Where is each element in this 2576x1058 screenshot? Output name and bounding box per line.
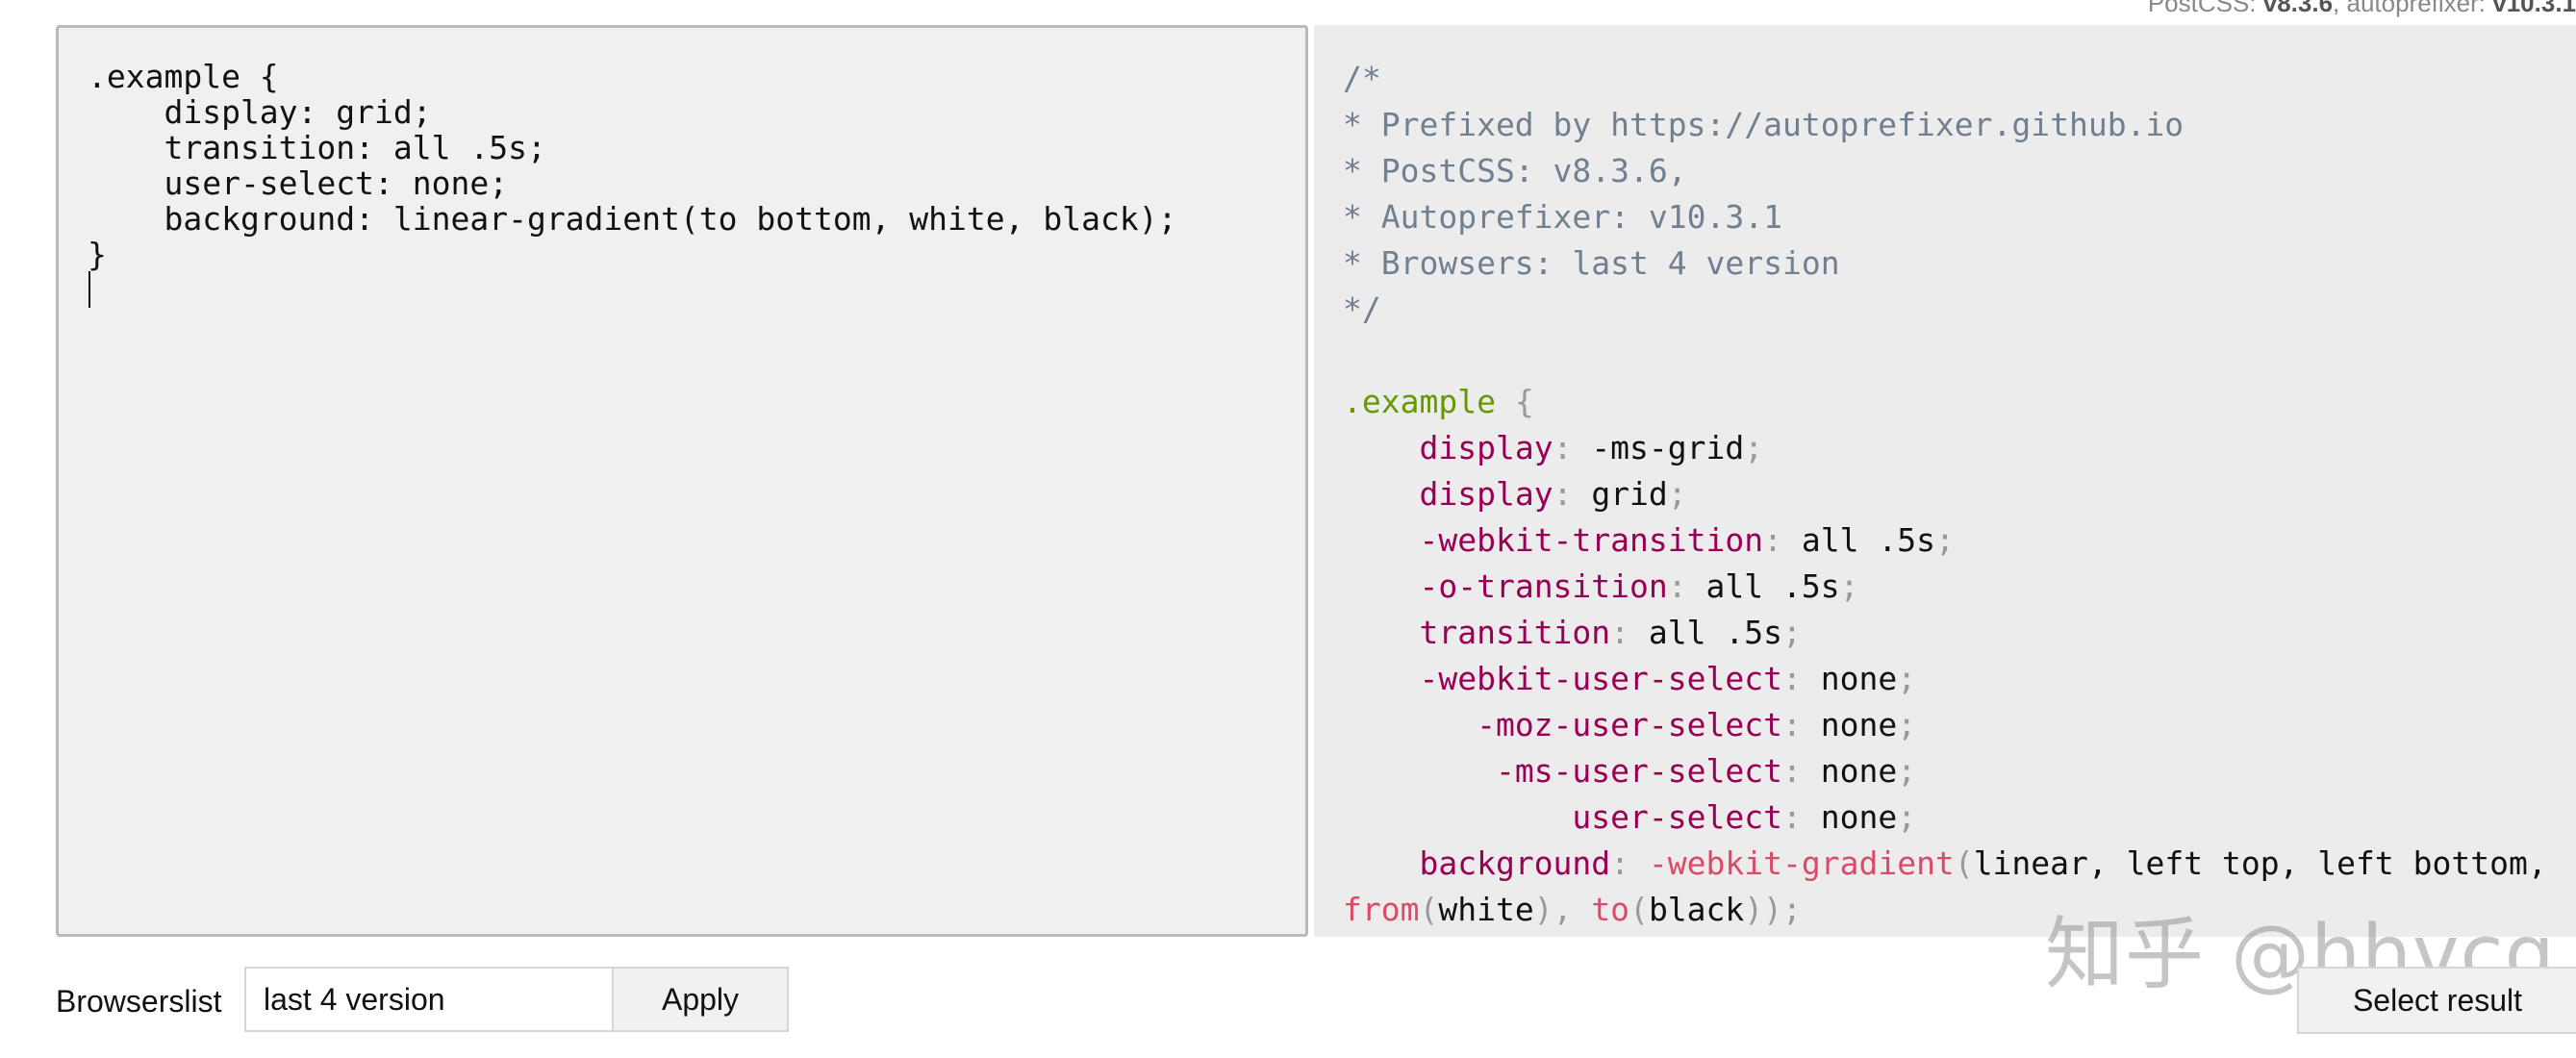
- output-semicolon: ;: [1839, 567, 1859, 605]
- output-semicolon: ;: [1782, 614, 1802, 651]
- output-semicolon: ;: [1897, 660, 1917, 697]
- output-comment-line: * Browsers: last 4 version: [1343, 244, 1840, 282]
- input-code-line: user-select: none;: [88, 164, 509, 202]
- output-property: -o-transition: [1419, 567, 1668, 605]
- output-comment-line: */: [1343, 290, 1381, 328]
- output-colon: :: [1667, 567, 1687, 605]
- output-paren: ),: [1533, 891, 1592, 928]
- output-colon: :: [1781, 660, 1802, 697]
- output-value: none: [1820, 660, 1898, 697]
- output-property: display: [1419, 475, 1553, 513]
- autoprefixer-version: v10.3.1: [2492, 0, 2576, 17]
- output-value: grid: [1591, 475, 1668, 513]
- output-property: -moz-user-select: [1477, 706, 1782, 743]
- output-property: -ms-user-select: [1495, 752, 1782, 790]
- output-colon: :: [1553, 429, 1573, 466]
- output-comment-line: * Autoprefixer: v10.3.1: [1343, 198, 1782, 236]
- input-code-line: background: linear-gradient(to bottom, w…: [88, 200, 1177, 238]
- output-value: none: [1820, 752, 1898, 790]
- postcss-label: PostCSS:: [2147, 0, 2263, 17]
- input-code-line: transition: all .5s;: [88, 129, 546, 166]
- text-caret: [88, 271, 90, 308]
- version-info: PostCSS: v8.3.6, autoprefixer: v10.3.1: [2148, 0, 2576, 18]
- output-semicolon: ;: [1744, 429, 1764, 466]
- bottom-toolbar: Browserslist Apply Select result: [0, 967, 2576, 1034]
- css-output-panel[interactable]: /* * Prefixed by https://autoprefixer.gi…: [1314, 25, 2576, 937]
- output-paren: (: [1954, 844, 1974, 882]
- output-value: black: [1648, 891, 1745, 928]
- output-comment-line: * PostCSS: v8.3.6,: [1343, 152, 1687, 189]
- output-function: to: [1591, 891, 1630, 928]
- output-value: white: [1438, 891, 1534, 928]
- output-colon: :: [1553, 475, 1573, 513]
- output-colon: :: [1610, 844, 1630, 882]
- output-value: all .5s: [1705, 567, 1840, 605]
- output-colon: :: [1781, 798, 1802, 836]
- select-result-button[interactable]: Select result: [2297, 967, 2576, 1034]
- output-property: -webkit-transition: [1419, 521, 1764, 559]
- input-code-line: .example {: [88, 58, 279, 95]
- output-property: display: [1419, 429, 1553, 466]
- output-semicolon: ;: [1897, 752, 1917, 790]
- output-value: none: [1820, 706, 1898, 743]
- output-colon: :: [1781, 752, 1802, 790]
- browserslist-input[interactable]: [244, 967, 614, 1032]
- css-input-editor[interactable]: .example { display: grid; transition: al…: [56, 25, 1308, 937]
- autoprefixer-page: PostCSS: v8.3.6, autoprefixer: v10.3.1 .…: [0, 0, 2576, 1058]
- output-function: -webkit-gradient: [1648, 844, 1955, 882]
- postcss-version: v8.3.6: [2262, 0, 2334, 17]
- output-paren: (: [1629, 891, 1649, 928]
- output-colon: :: [1781, 706, 1802, 743]
- css-output-code[interactable]: /* * Prefixed by https://autoprefixer.gi…: [1343, 56, 2547, 933]
- apply-button[interactable]: Apply: [612, 967, 789, 1032]
- input-code-line: display: grid;: [88, 93, 432, 131]
- output-semicolon: ;: [1897, 798, 1917, 836]
- output-property: -webkit-user-select: [1419, 660, 1782, 697]
- browserslist-label: Browserslist: [56, 984, 222, 1019]
- output-colon: :: [1763, 521, 1782, 559]
- output-comment-line: * Prefixed by https://autoprefixer.githu…: [1343, 106, 2185, 143]
- output-value: -ms-grid: [1591, 429, 1745, 466]
- output-value: all .5s: [1801, 521, 1935, 559]
- output-property: background: [1419, 844, 1611, 882]
- output-value: none: [1820, 798, 1898, 836]
- version-separator: , autoprefixer:: [2333, 0, 2493, 17]
- output-colon: :: [1610, 614, 1630, 651]
- output-semicolon: ;: [1934, 521, 1955, 559]
- output-property: user-select: [1572, 798, 1782, 836]
- output-value: all .5s: [1648, 614, 1782, 651]
- output-paren: (: [1419, 891, 1439, 928]
- output-semicolon: ;: [1897, 706, 1917, 743]
- css-input-code[interactable]: .example { display: grid; transition: al…: [88, 59, 1176, 272]
- output-function: from: [1343, 891, 1420, 928]
- input-code-line: }: [88, 236, 107, 273]
- output-semicolon: ;: [1667, 475, 1687, 513]
- output-value: linear, left top, left bottom,: [1973, 844, 2547, 882]
- output-property: transition: [1419, 614, 1611, 651]
- output-selector: .example: [1343, 383, 1496, 420]
- output-open-brace: {: [1514, 383, 1534, 420]
- output-paren: ));: [1744, 891, 1802, 928]
- output-comment-line: /*: [1343, 60, 1381, 97]
